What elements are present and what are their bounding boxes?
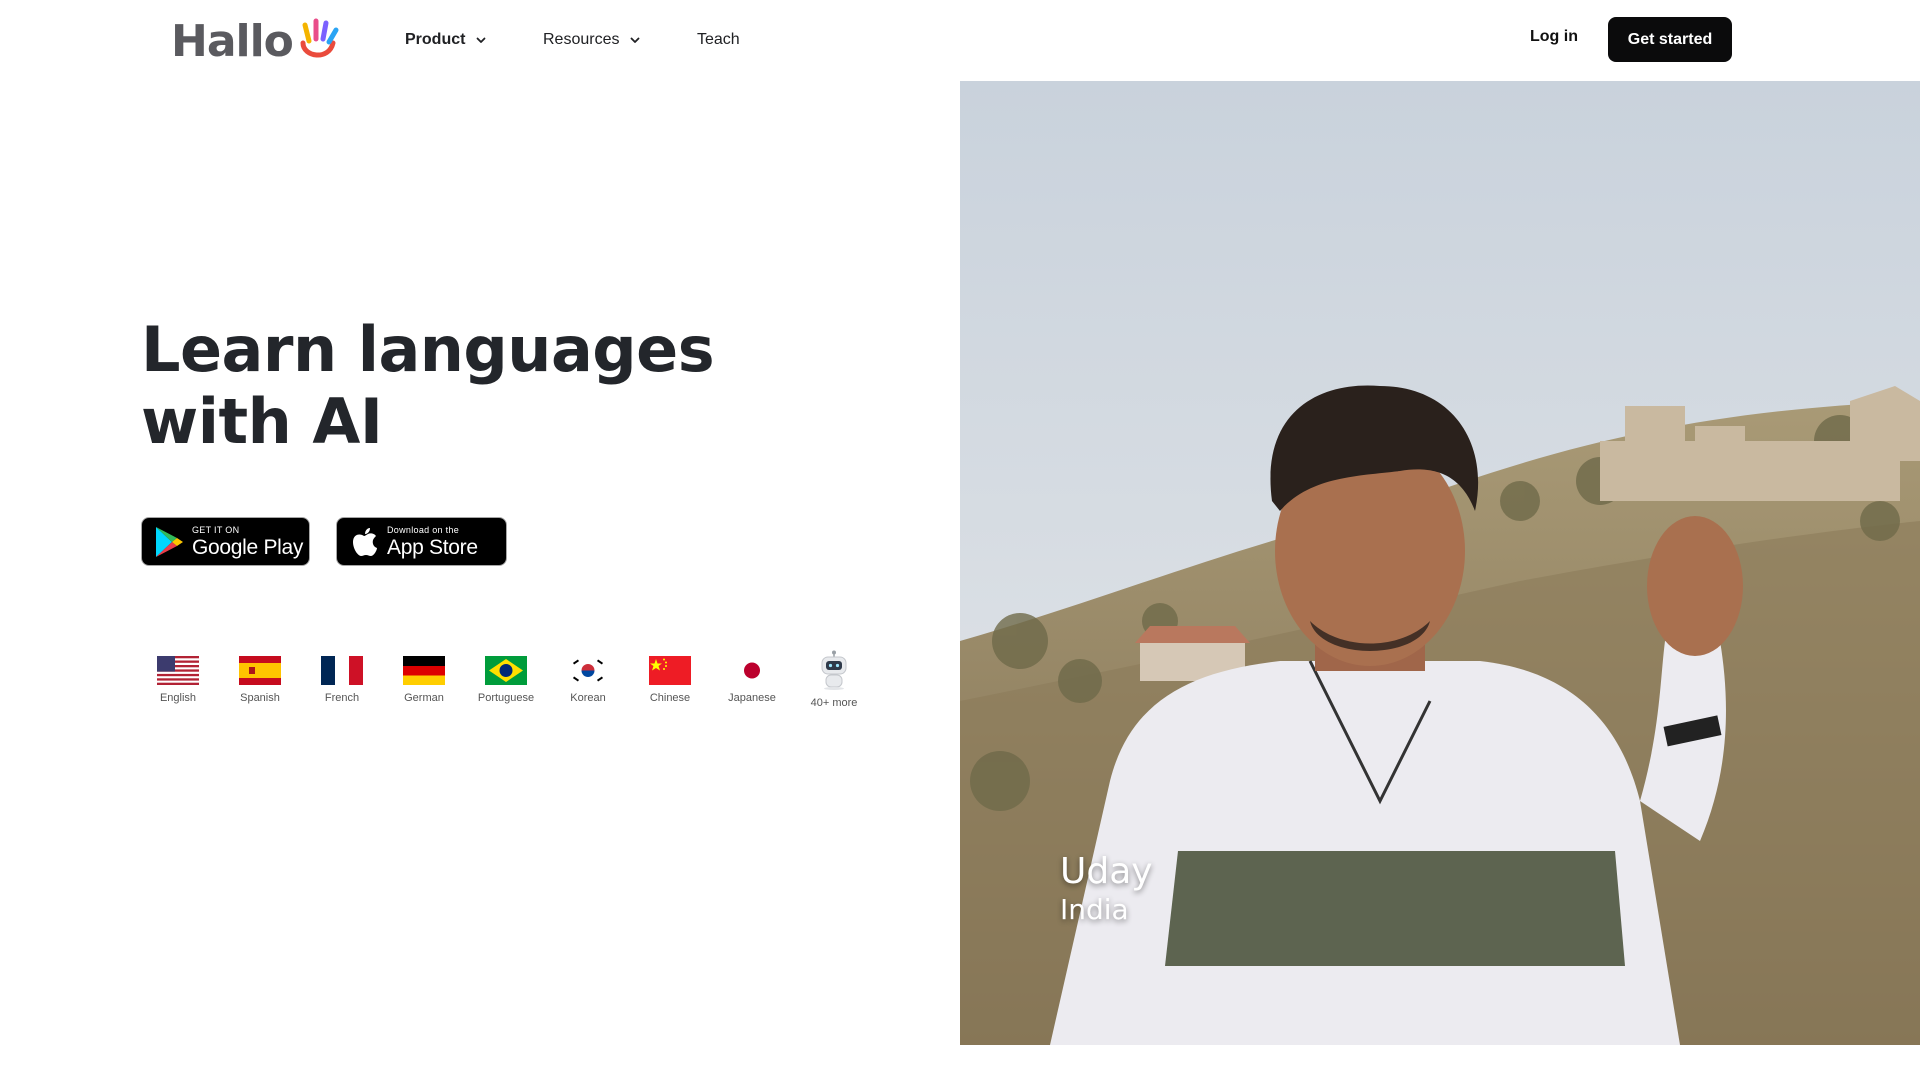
waving-hand-icon — [300, 18, 339, 58]
get-started-button[interactable]: Get started — [1608, 17, 1732, 62]
hero-headline: Learn languages with AI — [141, 314, 841, 458]
language-german[interactable]: German — [384, 656, 464, 704]
app-store-small-label: Download on the — [387, 524, 460, 535]
nav-product[interactable]: Product — [405, 28, 487, 52]
language-label: English — [159, 692, 197, 704]
language-label: Chinese — [649, 692, 691, 704]
language-label: Japanese — [728, 692, 776, 704]
nav-resources-label: Resources — [543, 31, 620, 48]
brazil-flag-icon — [485, 656, 527, 685]
nav-product-label: Product — [405, 31, 466, 48]
language-japanese[interactable]: Japanese — [712, 656, 792, 704]
headline-line-1: Learn languages — [141, 313, 715, 386]
language-label: Portuguese — [477, 692, 535, 704]
language-more[interactable]: 40+ more — [794, 650, 874, 709]
language-english[interactable]: English — [138, 656, 218, 704]
logo-wordmark: Hallo — [171, 16, 294, 67]
france-flag-icon — [321, 656, 363, 685]
google-play-text: GET IT ON Google Play — [192, 524, 304, 559]
hero-video[interactable]: Uday India — [960, 81, 1920, 1045]
hallo-logo[interactable]: Hallo — [171, 18, 341, 66]
germany-flag-icon — [403, 656, 445, 685]
google-play-icon — [156, 526, 183, 557]
language-korean[interactable]: Korean — [548, 656, 628, 704]
google-play-button[interactable]: GET IT ON Google Play — [141, 517, 310, 566]
site-header: Hallo Product Resources Teach Log in Get… — [0, 0, 1920, 80]
headline-line-2: with AI — [141, 385, 383, 458]
language-spanish[interactable]: Spanish — [220, 656, 300, 704]
language-label: 40+ more — [810, 697, 858, 709]
video-caption: Uday India — [1060, 851, 1153, 927]
caption-person-name: Uday — [1060, 851, 1153, 892]
app-store-big-label: App Store — [387, 535, 478, 559]
google-play-big-label: Google Play — [192, 535, 304, 559]
language-portuguese[interactable]: Portuguese — [466, 656, 546, 704]
language-label: Korean — [570, 692, 606, 704]
us-flag-icon — [157, 656, 199, 685]
app-store-button[interactable]: Download on the App Store — [336, 517, 507, 566]
language-label: German — [404, 692, 444, 704]
spain-flag-icon — [239, 656, 281, 685]
apple-icon — [353, 527, 377, 556]
chevron-down-icon — [477, 37, 486, 43]
nav-teach-label: Teach — [697, 31, 740, 48]
language-label: French — [324, 692, 360, 704]
language-label: Spanish — [240, 692, 280, 704]
china-flag-icon — [649, 656, 691, 685]
login-link[interactable]: Log in — [1530, 28, 1578, 46]
chevron-down-icon — [631, 37, 640, 43]
japan-flag-icon — [731, 656, 773, 685]
google-play-small-label: GET IT ON — [192, 524, 240, 535]
language-french[interactable]: French — [302, 656, 382, 704]
robot-icon — [821, 650, 847, 690]
language-chinese[interactable]: Chinese — [630, 656, 710, 704]
korea-flag-icon — [567, 656, 609, 685]
caption-person-country: India — [1060, 893, 1129, 926]
nav-resources[interactable]: Resources — [543, 28, 641, 52]
nav-teach[interactable]: Teach — [697, 28, 740, 52]
app-store-text: Download on the App Store — [387, 524, 478, 559]
